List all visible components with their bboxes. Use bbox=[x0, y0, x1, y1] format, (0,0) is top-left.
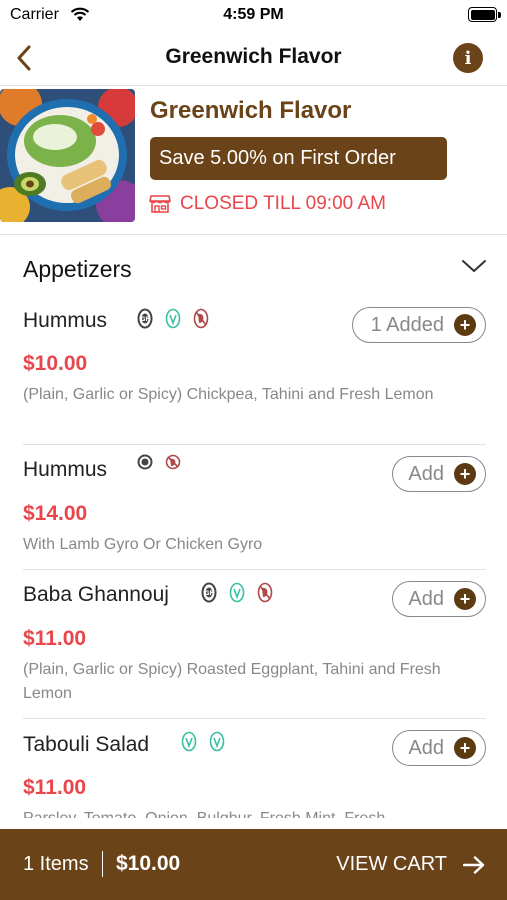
promo-badge: Save 5.00% on First Order bbox=[150, 137, 447, 180]
arrow-right-icon bbox=[463, 855, 485, 874]
battery-icon bbox=[468, 7, 497, 22]
plus-icon: + bbox=[454, 314, 476, 336]
cart-bar[interactable]: 1 Items $10.00 VIEW CART bbox=[0, 829, 507, 900]
menu-item[interactable]: Tabouli Salad Add + $11.00 Parsley, Toma… bbox=[23, 719, 486, 818]
menu-item[interactable]: Baba Ghannouj GF Add + $11.00 (Plain, Ga… bbox=[23, 570, 486, 719]
plus-icon: + bbox=[454, 588, 476, 610]
add-button-label: Add bbox=[408, 462, 444, 485]
add-button-label: 1 Added bbox=[370, 313, 444, 336]
diet-icons bbox=[181, 731, 237, 752]
item-description: Parsley, Tomato, Onion, Bulghur, Fresh M… bbox=[23, 807, 453, 818]
chevron-down-icon[interactable] bbox=[461, 258, 487, 274]
category-header[interactable]: Appetizers bbox=[0, 236, 507, 300]
view-cart-button[interactable]: VIEW CART bbox=[336, 853, 485, 876]
svg-text:GF: GF bbox=[204, 590, 213, 597]
category-title: Appetizers bbox=[23, 256, 132, 282]
cart-divider bbox=[102, 851, 103, 877]
cart-item-count: 1 Items bbox=[23, 853, 89, 875]
page-title: Greenwich Flavor bbox=[165, 45, 342, 68]
view-cart-label: VIEW CART bbox=[336, 853, 447, 875]
gluten-free-icon: GF bbox=[201, 582, 217, 603]
item-description: (Plain, Garlic or Spicy) Chickpea, Tahin… bbox=[23, 386, 434, 403]
item-name: Hummus bbox=[23, 458, 108, 481]
svg-text:GF: GF bbox=[140, 316, 149, 323]
add-button[interactable]: Add + bbox=[392, 730, 486, 766]
restaurant-image bbox=[0, 89, 135, 222]
diet-icons: GF bbox=[137, 308, 221, 329]
info-icon: i bbox=[464, 47, 472, 69]
vegan-icon bbox=[181, 731, 197, 752]
item-price: $11.00 bbox=[23, 627, 87, 650]
add-button-label: Add bbox=[408, 736, 444, 759]
store-icon bbox=[149, 195, 171, 213]
status-time: 4:59 PM bbox=[223, 6, 284, 23]
item-name: Baba Ghannouj bbox=[23, 583, 169, 606]
item-price: $14.00 bbox=[23, 502, 88, 525]
vegan-icon bbox=[209, 731, 225, 752]
item-description: With Lamb Gyro Or Chicken Gyro bbox=[23, 536, 263, 553]
closed-status-text: CLOSED TILL 09:00 AM bbox=[180, 193, 386, 214]
gluten-free-icon: GF bbox=[137, 308, 153, 329]
item-price: $10.00 bbox=[23, 352, 88, 375]
no-meat-icon bbox=[165, 454, 181, 470]
item-description: (Plain, Garlic or Spicy) Roasted Eggplan… bbox=[23, 661, 441, 702]
plus-icon: + bbox=[454, 463, 476, 485]
diet-icons bbox=[137, 454, 193, 470]
add-button[interactable]: Add + bbox=[392, 581, 486, 617]
store-status: CLOSED TILL 09:00 AM bbox=[149, 193, 386, 215]
menu-item[interactable]: Hummus GF 1 Added + $10.00 (Plain, Garli… bbox=[23, 300, 486, 445]
plus-icon: + bbox=[454, 737, 476, 759]
gluten-free-icon bbox=[137, 454, 153, 470]
menu-item[interactable]: Hummus Add + $14.00 With Lamb Gyro Or Ch… bbox=[23, 445, 486, 570]
added-button[interactable]: 1 Added + bbox=[352, 307, 486, 343]
add-button[interactable]: Add + bbox=[392, 456, 486, 492]
status-bar: Carrier 4:59 PM bbox=[0, 0, 507, 32]
restaurant-name: Greenwich Flavor bbox=[150, 97, 352, 124]
menu-list[interactable]: Hummus GF 1 Added + $10.00 (Plain, Garli… bbox=[0, 300, 507, 818]
info-button[interactable]: i bbox=[453, 43, 483, 73]
cart-total: $10.00 bbox=[116, 852, 181, 875]
add-button-label: Add bbox=[408, 587, 444, 610]
item-price: $11.00 bbox=[23, 776, 87, 799]
navigation-bar: Greenwich Flavor i bbox=[0, 32, 507, 86]
no-meat-icon bbox=[193, 308, 209, 329]
item-name: Hummus bbox=[23, 309, 108, 332]
no-meat-icon bbox=[257, 582, 273, 603]
diet-icons: GF bbox=[201, 582, 285, 603]
restaurant-header: Greenwich Flavor Save 5.00% on First Ord… bbox=[0, 87, 507, 235]
item-name: Tabouli Salad bbox=[23, 733, 150, 756]
vegan-icon bbox=[229, 582, 245, 603]
vegan-icon bbox=[165, 308, 181, 329]
